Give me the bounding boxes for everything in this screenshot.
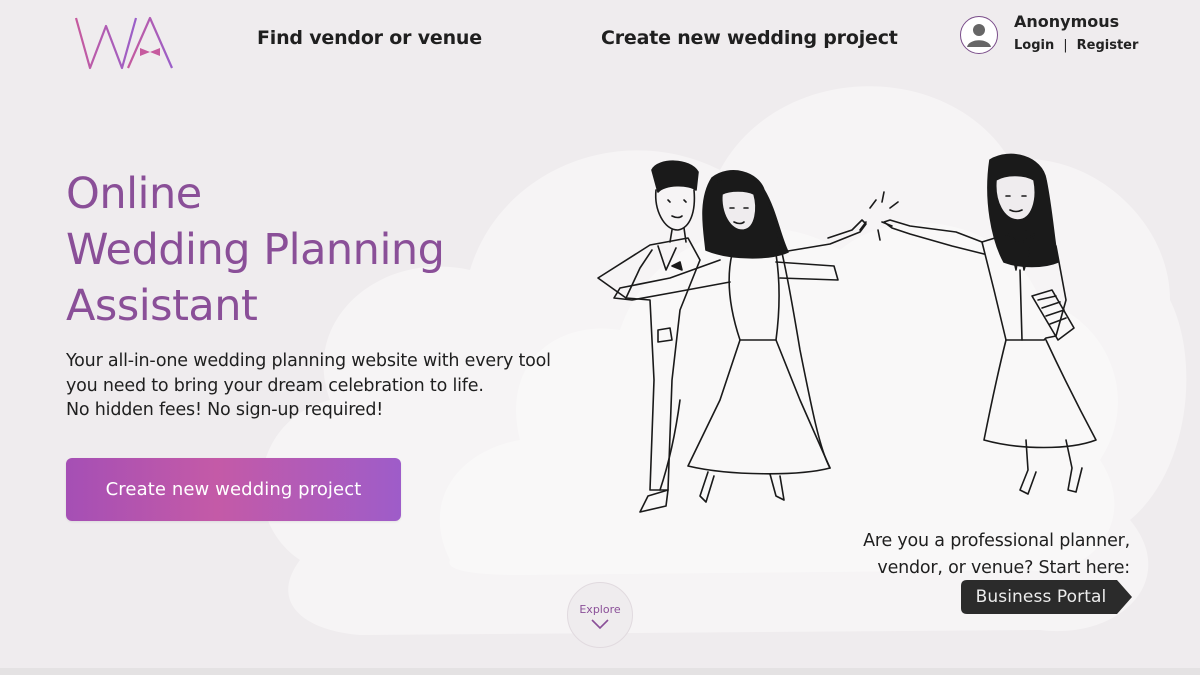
user-avatar-icon[interactable] bbox=[960, 16, 998, 54]
business-portal-button[interactable]: Business Portal bbox=[961, 580, 1132, 614]
hero-description: Your all-in-one wedding planning website… bbox=[66, 349, 551, 423]
title-line: Wedding Planning bbox=[66, 225, 445, 275]
create-project-button[interactable]: Create new wedding project bbox=[66, 458, 401, 521]
description-line: Your all-in-one wedding planning website… bbox=[66, 351, 551, 371]
nav-create-project[interactable]: Create new wedding project bbox=[601, 27, 898, 49]
professional-line: vendor, or venue? Start here: bbox=[877, 558, 1130, 578]
register-link[interactable]: Register bbox=[1077, 38, 1139, 53]
login-link[interactable]: Login bbox=[1014, 38, 1054, 53]
footer-strip bbox=[0, 668, 1200, 675]
page-title: Online Wedding Planning Assistant bbox=[66, 166, 445, 334]
professional-prompt: Are you a professional planner, vendor, … bbox=[863, 528, 1130, 582]
auth-separator: | bbox=[1063, 38, 1068, 53]
auth-links: Login | Register bbox=[1014, 38, 1138, 53]
business-portal-label: Business Portal bbox=[975, 587, 1107, 607]
professional-line: Are you a professional planner, bbox=[863, 531, 1130, 551]
explore-label: Explore bbox=[579, 603, 621, 616]
wedding-illustration bbox=[597, 153, 1097, 513]
nav-find-vendor[interactable]: Find vendor or venue bbox=[257, 27, 482, 49]
chevron-down-icon bbox=[591, 619, 609, 630]
explore-button[interactable]: Explore bbox=[567, 582, 633, 648]
title-line: Online bbox=[66, 169, 202, 219]
description-line: No hidden fees! No sign-up required! bbox=[66, 400, 384, 420]
description-line: you need to bring your dream celebration… bbox=[66, 375, 484, 396]
user-name: Anonymous bbox=[1014, 12, 1120, 31]
logo[interactable] bbox=[74, 14, 176, 72]
title-line: Assistant bbox=[66, 281, 258, 331]
logo-icon bbox=[74, 16, 174, 70]
